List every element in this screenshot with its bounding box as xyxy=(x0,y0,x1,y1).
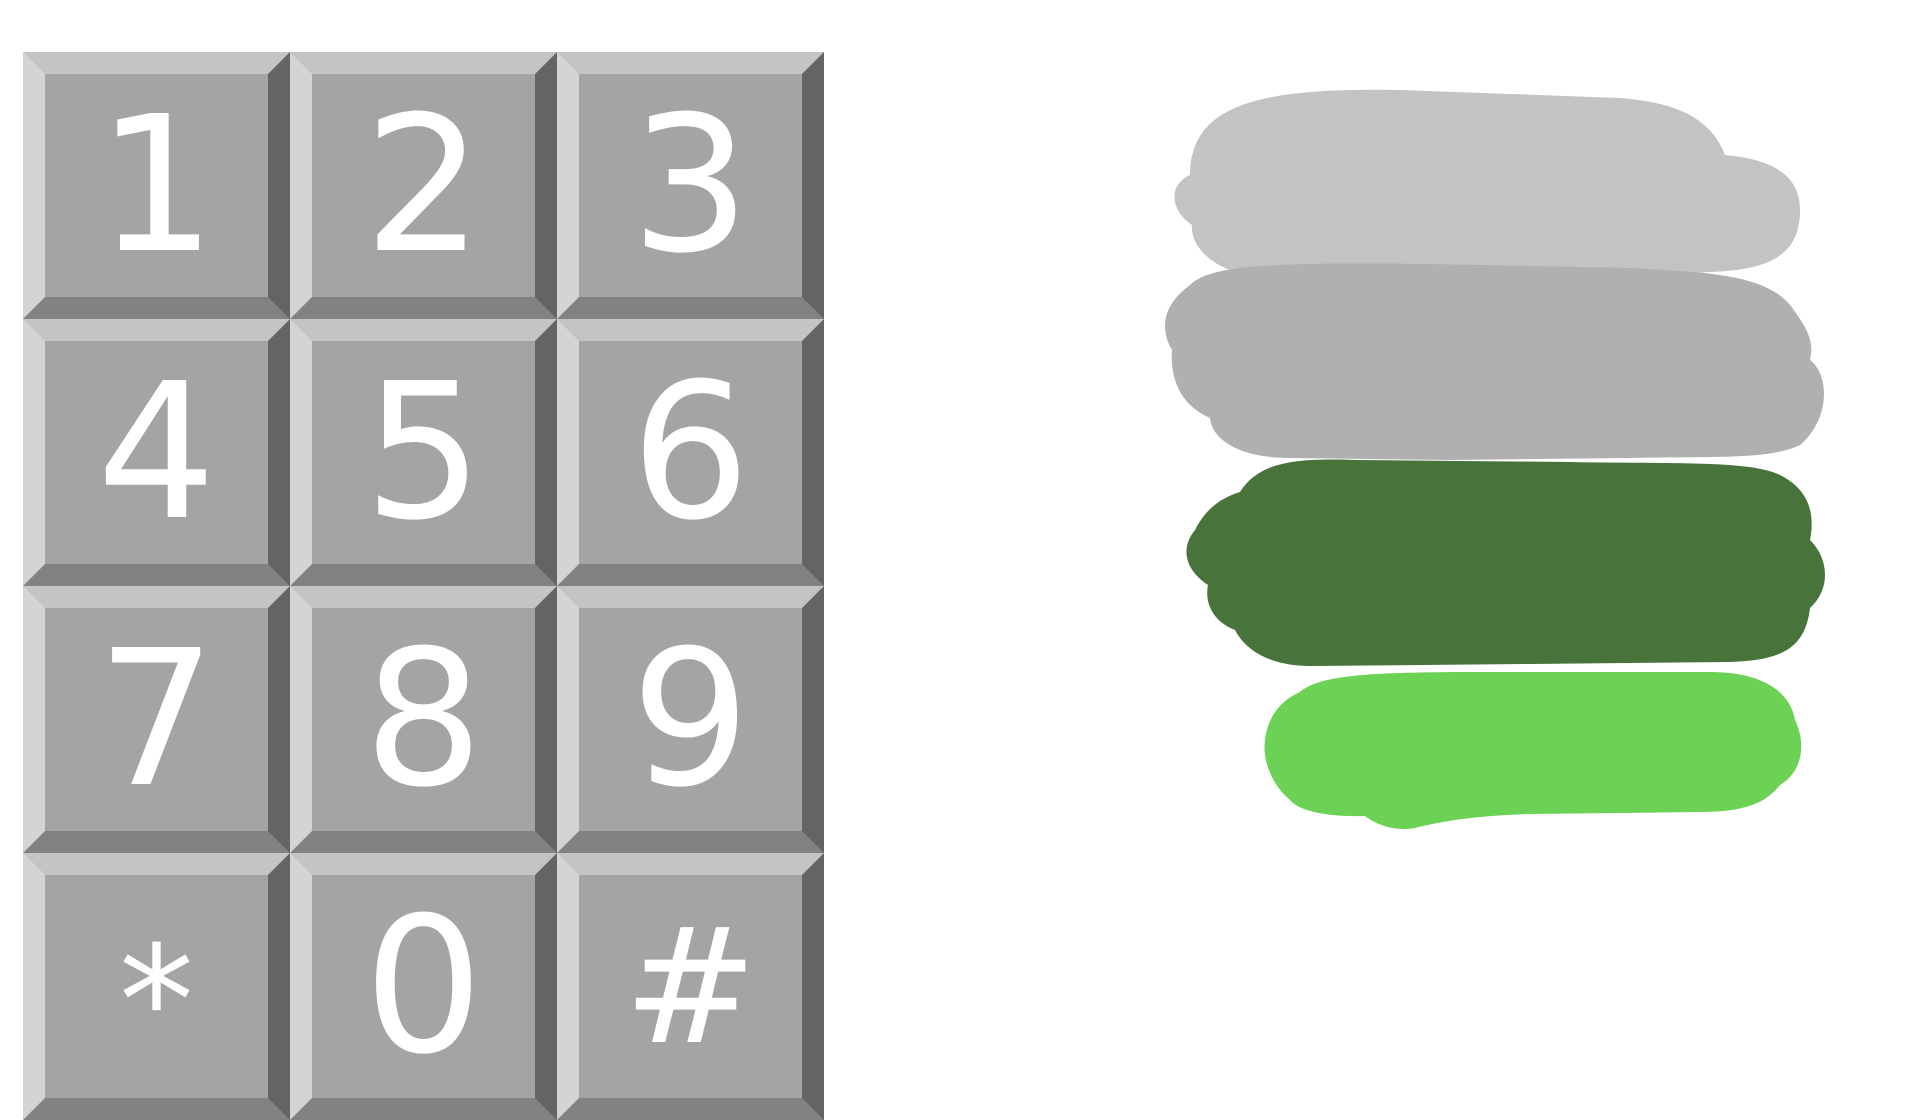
key-9[interactable]: 9 xyxy=(557,586,824,853)
key-5-label: 5 xyxy=(363,342,484,562)
key-4-label: 4 xyxy=(96,342,217,562)
key-0[interactable]: 0 xyxy=(290,853,557,1120)
light-gray-swatch-stroke xyxy=(1174,89,1800,282)
key-2[interactable]: 2 xyxy=(290,52,557,319)
key-9-label: 9 xyxy=(630,609,751,829)
key-7[interactable]: 7 xyxy=(23,586,290,853)
dark-green-swatch[interactable] xyxy=(1186,459,1825,666)
light-green-swatch-stroke xyxy=(1264,672,1802,830)
key-1-label: 1 xyxy=(96,75,217,295)
dark-green-swatch-stroke xyxy=(1186,459,1825,666)
key-2-label: 2 xyxy=(363,75,484,295)
key-star-label: * xyxy=(119,914,194,1089)
key-1[interactable]: 1 xyxy=(23,52,290,319)
key-6-label: 6 xyxy=(630,342,751,562)
key-6[interactable]: 6 xyxy=(557,319,824,586)
key-5[interactable]: 5 xyxy=(290,319,557,586)
light-gray-swatch[interactable] xyxy=(1174,89,1800,282)
key-star[interactable]: * xyxy=(23,853,290,1120)
dial-keypad: 1 2 3 4 5 6 7 8 9 * 0 # xyxy=(23,52,824,1120)
key-hash-label: # xyxy=(623,892,758,1080)
color-swatches xyxy=(1165,89,1825,830)
key-hash[interactable]: # xyxy=(557,853,824,1120)
light-green-swatch[interactable] xyxy=(1264,672,1802,830)
key-8[interactable]: 8 xyxy=(290,586,557,853)
gray-swatch[interactable] xyxy=(1165,263,1824,460)
key-3[interactable]: 3 xyxy=(557,52,824,319)
gray-swatch-stroke xyxy=(1165,263,1824,460)
key-4[interactable]: 4 xyxy=(23,319,290,586)
key-8-label: 8 xyxy=(363,609,484,829)
key-7-label: 7 xyxy=(96,609,217,829)
key-3-label: 3 xyxy=(630,75,751,295)
key-0-label: 0 xyxy=(363,876,484,1096)
